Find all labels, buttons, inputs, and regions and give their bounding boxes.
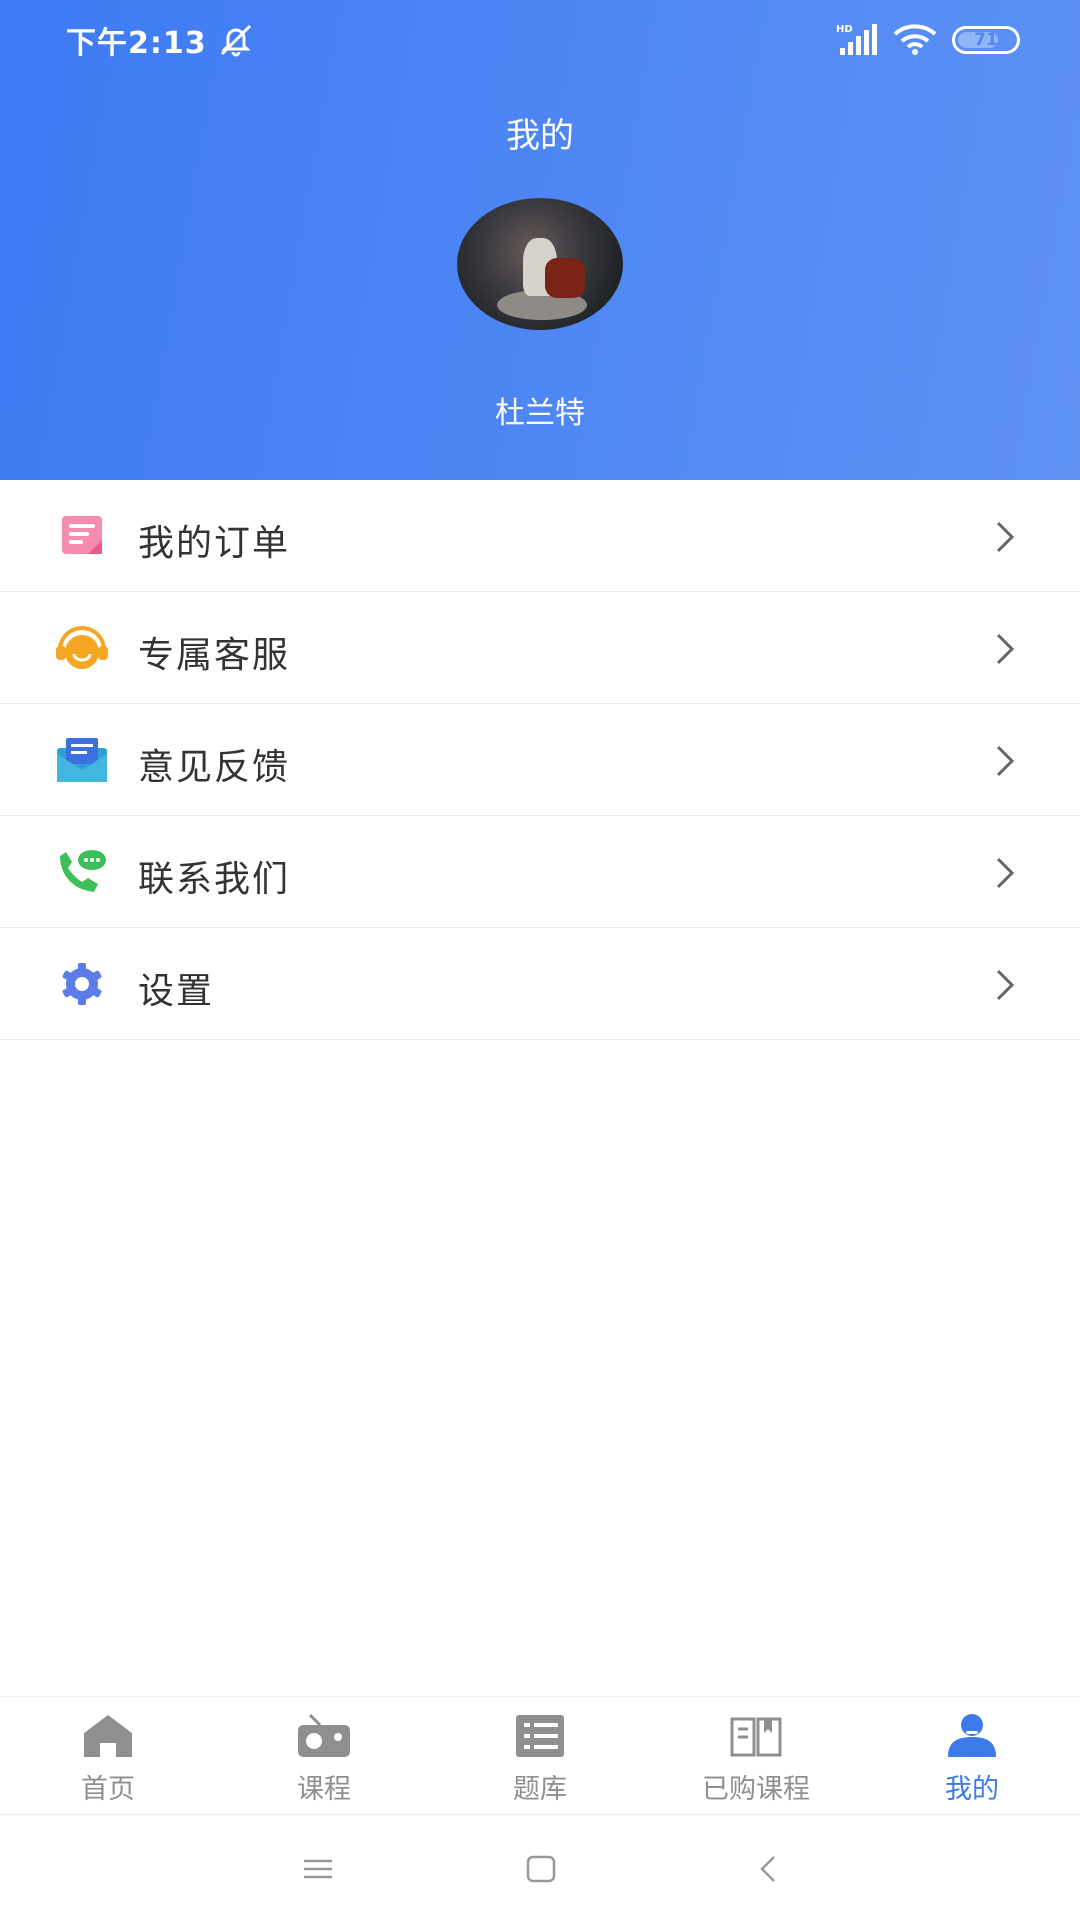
book-icon [730, 1717, 782, 1757]
user-name[interactable]: 杜兰特 [0, 388, 1080, 432]
chevron-right-icon [996, 521, 1015, 553]
status-time: 下午2:13 [66, 26, 207, 61]
tab-label: 课程 [297, 1774, 351, 1805]
home-icon [84, 1715, 132, 1757]
chevron-right-icon [996, 633, 1015, 665]
menu-item-customer-service[interactable]: 专属客服 [0, 592, 1080, 704]
menu-item-feedback[interactable]: 意见反馈 [0, 704, 1080, 816]
tab-label: 我的 [945, 1774, 999, 1805]
signal-icon: HD [836, 24, 877, 55]
phone-chat-icon [60, 850, 106, 892]
menu-item-label: 意见反馈 [138, 747, 291, 788]
menu-item-label: 我的订单 [138, 523, 291, 564]
back-icon[interactable] [748, 1851, 788, 1887]
avatar-detail [545, 258, 585, 298]
battery-level-text: 71 [974, 30, 998, 50]
profile-header: 下午2:13 HD 71 我的 杜兰特 [0, 0, 1080, 480]
bottom-tab-bar: 首页 课程 题库 已购课程 我的 [0, 1696, 1080, 1814]
wifi-icon [893, 24, 937, 55]
menu-item-settings[interactable]: 设置 [0, 928, 1080, 1040]
tab-home[interactable]: 首页 [0, 1697, 216, 1815]
order-icon [62, 516, 102, 554]
tab-question-bank[interactable]: 题库 [432, 1697, 648, 1815]
mute-notification-icon [220, 24, 252, 57]
menu-item-contact-us[interactable]: 联系我们 [0, 816, 1080, 928]
chevron-right-icon [996, 969, 1015, 1001]
menu-item-label: 专属客服 [138, 635, 291, 676]
tab-label: 已购课程 [702, 1774, 810, 1805]
profile-icon [948, 1714, 996, 1757]
headset-icon [56, 626, 108, 669]
battery-indicator: 71 [952, 26, 1020, 54]
menu-list: 我的订单 专属客服 意见反馈 联系我们 设置 [0, 480, 1080, 1040]
tab-purchased-courses[interactable]: 已购课程 [648, 1697, 864, 1815]
tab-label: 首页 [81, 1774, 135, 1805]
radio-icon [298, 1713, 350, 1757]
feedback-mail-icon [57, 738, 107, 782]
menu-item-label: 联系我们 [138, 859, 291, 900]
chevron-right-icon [996, 745, 1015, 777]
menu-icon[interactable] [298, 1851, 338, 1887]
status-bar: 下午2:13 HD 71 [0, 0, 1080, 80]
tab-label: 题库 [513, 1774, 567, 1805]
svg-text:HD: HD [836, 24, 853, 35]
menu-item-label: 设置 [138, 971, 215, 1012]
tab-profile[interactable]: 我的 [864, 1697, 1080, 1815]
question-bank-icon [516, 1715, 564, 1757]
chevron-right-icon [996, 857, 1015, 889]
page-title: 我的 [506, 116, 574, 156]
menu-item-orders[interactable]: 我的订单 [0, 480, 1080, 592]
system-navigation-bar [0, 1814, 1080, 1920]
avatar[interactable] [457, 198, 623, 330]
tab-courses[interactable]: 课程 [216, 1697, 432, 1815]
gear-icon [62, 963, 102, 1005]
home-button-icon[interactable] [521, 1851, 561, 1887]
